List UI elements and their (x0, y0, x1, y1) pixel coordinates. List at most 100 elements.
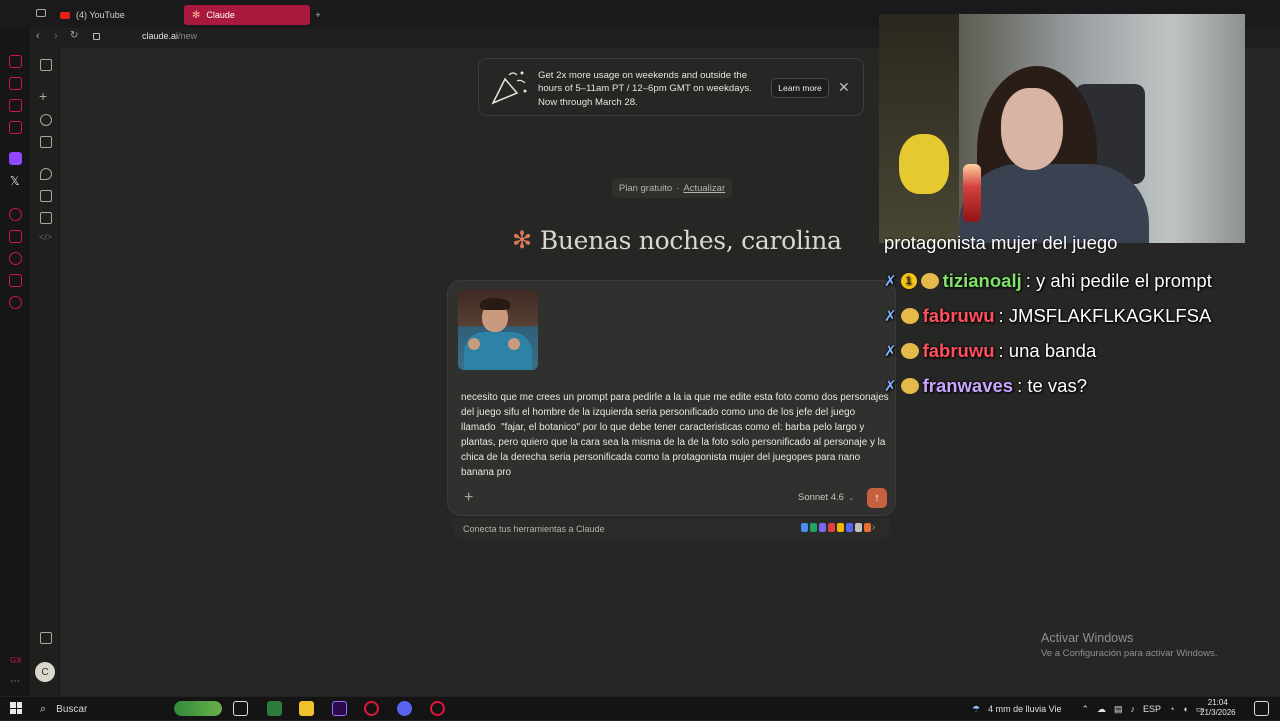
learn-more-button[interactable]: Learn more (771, 78, 829, 98)
chat-message: ✗ franwaves: te vas? (884, 373, 1087, 399)
history-icon[interactable] (9, 252, 22, 265)
reload-icon[interactable]: ↻ (70, 30, 78, 41)
notifications-icon[interactable] (1254, 701, 1269, 716)
opera-sidebar: 𝕏 GX ⋯ (0, 0, 30, 696)
upgrade-link[interactable]: Actualizar (683, 183, 725, 194)
attached-photo[interactable] (458, 290, 538, 370)
prompt-input[interactable]: necesito que me crees un prompt para ped… (461, 390, 889, 481)
dev-icon[interactable]: </> (39, 232, 52, 242)
webcam-face (1001, 88, 1063, 170)
volume-icon[interactable]: ♪ (1131, 704, 1136, 714)
chat-username: fabruwu (922, 305, 995, 326)
sound-icon[interactable]: ◖ (1182, 704, 1187, 714)
tab-island-icon[interactable] (36, 9, 46, 17)
clock-time: 21:04 (1207, 698, 1228, 707)
activate-windows-subtitle: Ve a Configuración para activar Windows. (1041, 648, 1218, 659)
add-attachment-button[interactable]: + (464, 489, 473, 507)
chat-text: : JMSFLAKFLKAGKLFSA (998, 305, 1212, 326)
opera-icon[interactable] (430, 701, 445, 716)
connector-icon (864, 523, 871, 532)
wifi-icon[interactable]: ◔ (1169, 704, 1174, 714)
ai-icon[interactable] (9, 55, 22, 68)
search-icon[interactable] (40, 114, 52, 126)
connector-icon (837, 523, 844, 532)
activate-windows-watermark: Activar Windows Ve a Configuración para … (1041, 631, 1217, 659)
url-field[interactable]: claude.ai/new (142, 31, 197, 41)
more-icon[interactable]: ⋯ (10, 676, 20, 687)
discord-icon[interactable] (397, 701, 412, 716)
connect-tools-bar[interactable]: Conecta tus herramientas a Claude › (453, 519, 890, 539)
gx-icon[interactable]: GX (10, 656, 22, 665)
model-label: Sonnet 4.6 (798, 492, 844, 503)
windows-start-icon[interactable] (10, 702, 22, 714)
taskbar-clock[interactable]: 21:04 21/3/2026 (1200, 698, 1236, 718)
x-twitter-icon[interactable]: 𝕏 (10, 174, 20, 188)
cloud-icon[interactable]: ☁ (1097, 704, 1106, 715)
activate-windows-title: Activar Windows (1041, 631, 1134, 645)
tab-label: (4) YouTube (76, 10, 125, 20)
connector-icon (828, 523, 835, 532)
avatar[interactable]: C (35, 662, 55, 682)
close-icon[interactable]: ✕ (838, 79, 850, 96)
weather-icon: ☂ (972, 703, 981, 714)
sword-badge-icon: ✗ (884, 378, 897, 395)
chat-message: ✗ 1 tizianoalj: y ahi pedile el prompt (884, 268, 1212, 294)
tab-label: Claude (206, 10, 235, 20)
opera-gx-icon[interactable] (364, 701, 379, 716)
connector-icon (810, 523, 817, 532)
file-explorer-icon[interactable] (299, 701, 314, 716)
webcam-body (959, 164, 1149, 243)
code-icon[interactable] (40, 212, 52, 224)
chat-text: : y ahi pedile el prompt (1025, 270, 1212, 291)
chat-username: franwaves (922, 375, 1014, 396)
twitch-icon[interactable] (9, 152, 22, 165)
aria-icon[interactable] (9, 77, 22, 90)
artifacts-icon[interactable] (40, 190, 52, 202)
tab-youtube[interactable]: (4) YouTube (52, 5, 176, 25)
emote-icon (900, 378, 919, 394)
system-tray: ☂ 4 mm de lluvia Vie ⌃ ☁ ▤ ♪ ESP ◔ ◖ ▭ (972, 697, 1204, 721)
banner-text: Get 2x more usage on weekends and outsid… (538, 70, 752, 108)
player-icon[interactable] (9, 208, 22, 221)
emote-icon (920, 273, 939, 289)
chevron-up-icon[interactable]: ⌃ (1081, 704, 1089, 715)
model-selector[interactable]: Sonnet 4.6 ⌄ (798, 492, 855, 503)
url-path: /new (178, 31, 198, 41)
send-button[interactable]: ↑ (867, 488, 887, 508)
settings-icon[interactable] (9, 296, 22, 309)
url-host: claude.ai (142, 31, 179, 41)
tab-claude[interactable]: ✻ Claude (184, 5, 310, 25)
widgets-icon[interactable] (174, 701, 222, 716)
clock-date: 21/3/2026 (1200, 708, 1236, 717)
chats-icon[interactable] (40, 168, 52, 180)
toggle-sidebar-icon[interactable] (40, 59, 52, 71)
claude-sidebar: + </> C (30, 48, 62, 696)
forward-icon[interactable]: › (54, 30, 58, 42)
connector-icons (801, 523, 871, 532)
messenger-icon[interactable] (9, 99, 22, 112)
connect-text: Conecta tus herramientas a Claude (463, 524, 605, 534)
pin-icon[interactable] (9, 230, 22, 243)
plan-separator: · (676, 182, 680, 194)
chat-username: fabruwu (922, 340, 995, 361)
download-icon[interactable] (40, 632, 52, 644)
plan-pill: Plan gratuito · Actualizar (612, 178, 732, 198)
taskbar-search[interactable]: ⌕ Buscar (32, 697, 170, 721)
claude-tab-icon: ✻ (192, 9, 201, 21)
weather-text[interactable]: 4 mm de lluvia Vie (988, 704, 1061, 714)
one-badge-icon: 1 (900, 273, 917, 289)
back-icon[interactable]: ‹ (36, 30, 40, 42)
news-icon[interactable] (9, 121, 22, 134)
projects-icon[interactable] (40, 136, 52, 148)
network-icon[interactable]: ▤ (1114, 704, 1123, 715)
task-view-icon[interactable] (233, 701, 248, 716)
claude-star-icon: ✻ (512, 226, 532, 254)
language-label[interactable]: ESP (1143, 704, 1161, 714)
premiere-icon[interactable] (332, 701, 347, 716)
new-chat-icon[interactable]: + (39, 88, 47, 104)
webcam-plush (899, 134, 949, 194)
new-tab-button[interactable]: + (311, 5, 325, 25)
app-b-icon[interactable] (267, 701, 282, 716)
extensions-icon[interactable] (9, 274, 22, 287)
search-label: Buscar (56, 703, 88, 715)
